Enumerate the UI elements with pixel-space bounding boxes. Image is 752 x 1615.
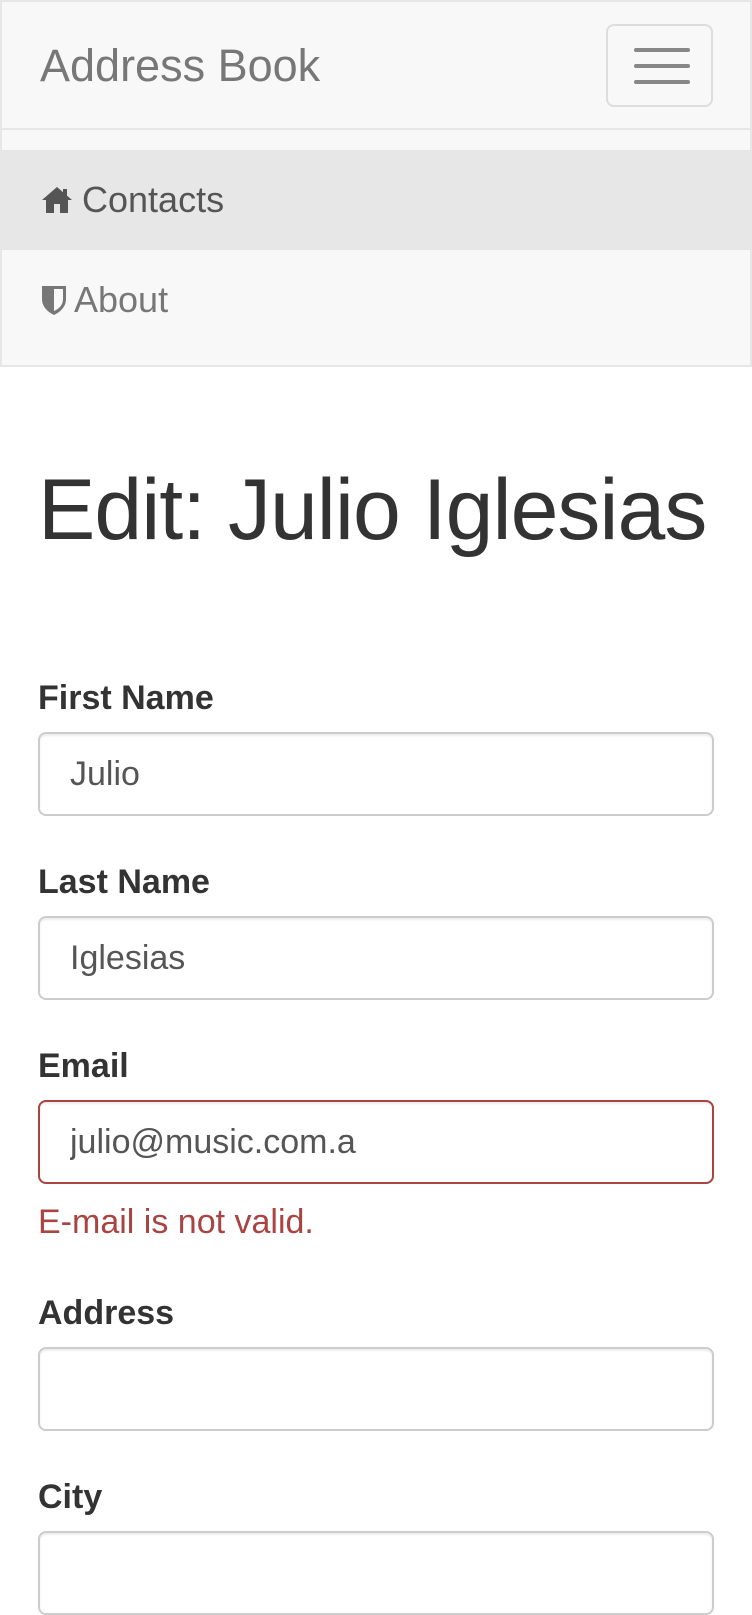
navbar-toggle-button[interactable] <box>606 24 713 107</box>
email-group: Email E-mail is not valid. <box>38 1046 714 1242</box>
city-label: City <box>38 1478 103 1516</box>
nav-item-contacts-label: Contacts <box>82 179 225 220</box>
page-title: Edit: Julio Iglesias <box>38 462 707 558</box>
brand-link[interactable]: Address Book <box>40 40 320 92</box>
address-input[interactable] <box>38 1347 714 1431</box>
last-name-group: Last Name <box>38 862 714 1000</box>
city-group: City <box>38 1477 714 1615</box>
first-name-group: First Name <box>38 678 714 816</box>
nav-item-about[interactable]: About <box>2 250 750 350</box>
last-name-label: Last Name <box>38 863 210 901</box>
home-icon <box>40 183 74 217</box>
navbar: Address Book Contacts About <box>0 0 752 367</box>
address-label: Address <box>38 1294 175 1332</box>
first-name-label: First Name <box>38 679 214 717</box>
city-input[interactable] <box>38 1531 714 1615</box>
email-error-message: E-mail is not valid. <box>38 1203 314 1241</box>
navbar-header: Address Book <box>2 2 750 130</box>
email-input[interactable] <box>38 1100 714 1184</box>
nav-item-contacts[interactable]: Contacts <box>2 150 750 250</box>
email-label: Email <box>38 1047 129 1085</box>
main-content: Edit: Julio Iglesias First Name Last Nam… <box>38 460 714 1615</box>
nav-item-about-label: About <box>74 279 169 320</box>
first-name-input[interactable] <box>38 732 714 816</box>
address-group: Address <box>38 1293 714 1431</box>
last-name-input[interactable] <box>38 916 714 1000</box>
shield-icon <box>40 283 68 317</box>
